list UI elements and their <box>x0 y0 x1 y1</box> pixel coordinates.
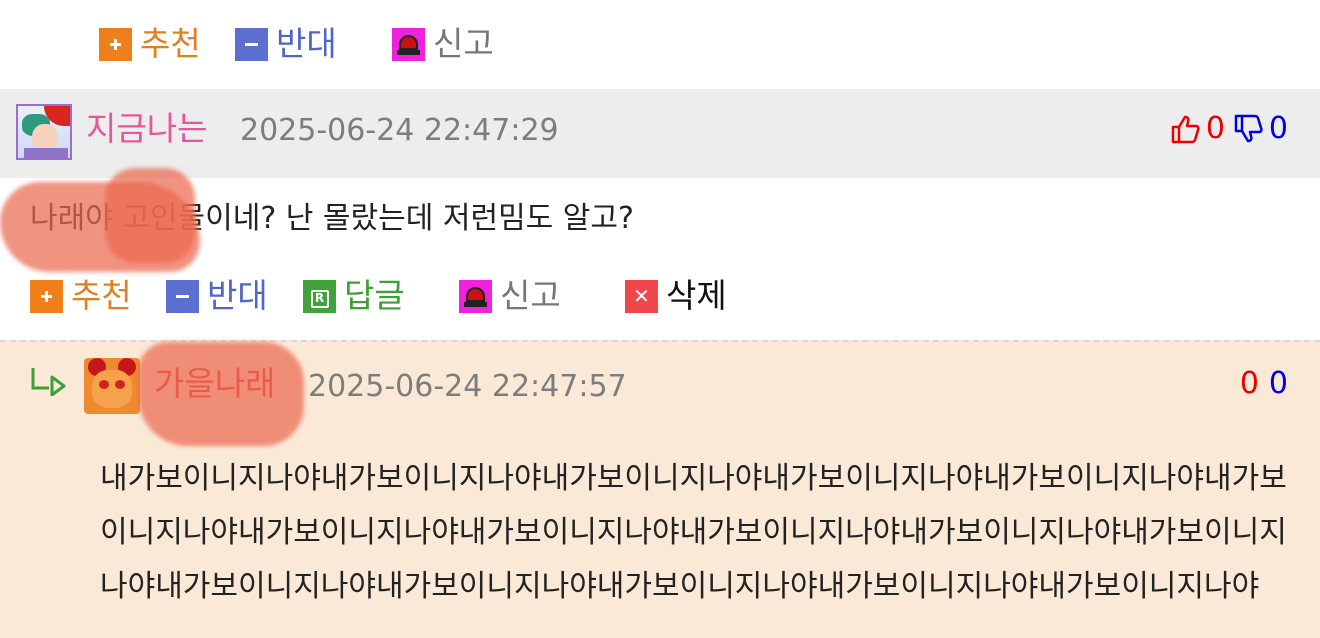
thumbs-down-icon[interactable] <box>1233 113 1265 145</box>
reply-timestamp: 2025-06-24 22:47:57 <box>308 369 627 404</box>
x-icon: ✕ <box>625 279 658 313</box>
siren-icon <box>459 279 492 313</box>
report-button[interactable]: 신고 <box>459 276 561 316</box>
siren-icon <box>392 27 425 61</box>
oppose-button[interactable]: 반대 <box>166 276 268 316</box>
reply-text: 내가보이니지나야내가보이니지나야내가보이니지나야내가보이니지나야내가보이니지나야… <box>100 461 1287 604</box>
report-label: 신고 <box>500 276 561 315</box>
like-count: 0 <box>1205 111 1225 146</box>
recommend-label: 추천 <box>140 24 201 63</box>
minus-icon <box>235 27 268 61</box>
report-label: 신고 <box>433 24 494 63</box>
thumbs-up-icon[interactable] <box>1170 113 1202 145</box>
recommend-button[interactable]: 추천 <box>30 276 132 316</box>
recommend-label: 추천 <box>71 276 132 315</box>
reply-arrow-icon <box>31 368 66 396</box>
plus-icon <box>30 279 63 313</box>
plus-icon <box>99 27 132 61</box>
like-count: 0 <box>1239 366 1259 401</box>
reply-icon: R <box>303 279 336 313</box>
comment-votes: 0 0 <box>1170 109 1288 149</box>
dislike-count: 0 <box>1268 366 1288 401</box>
reply-label: 답글 <box>344 276 405 315</box>
dislike-count: 0 <box>1268 111 1288 146</box>
comment-nickname[interactable]: 지금나는 <box>86 109 207 149</box>
delete-button[interactable]: ✕ 삭제 <box>625 276 727 316</box>
comment-header: 지금나는 2025-06-24 22:47:29 0 0 <box>0 89 1320 178</box>
recommend-button[interactable]: 추천 <box>99 24 201 64</box>
delete-label: 삭제 <box>666 276 727 315</box>
minus-icon <box>166 279 199 313</box>
avatar[interactable] <box>84 358 140 414</box>
comment-section: 추천 반대 신고 지금나는 2025-06-24 22:47:29 0 0 나래… <box>0 0 1320 638</box>
reply-button[interactable]: R 답글 <box>303 276 405 316</box>
oppose-button[interactable]: 반대 <box>235 24 337 64</box>
reply-nickname[interactable]: 가을나래 <box>154 364 275 404</box>
reply-votes: 0 0 <box>1240 364 1288 404</box>
comment-text: 나래야 고인물이네? 난 몰랐는데 저런밈도 알고? <box>30 201 634 236</box>
comment-timestamp: 2025-06-24 22:47:29 <box>240 113 559 148</box>
report-button[interactable]: 신고 <box>392 24 494 64</box>
oppose-label: 반대 <box>207 276 268 315</box>
oppose-label: 반대 <box>276 24 337 63</box>
avatar[interactable] <box>16 104 72 160</box>
